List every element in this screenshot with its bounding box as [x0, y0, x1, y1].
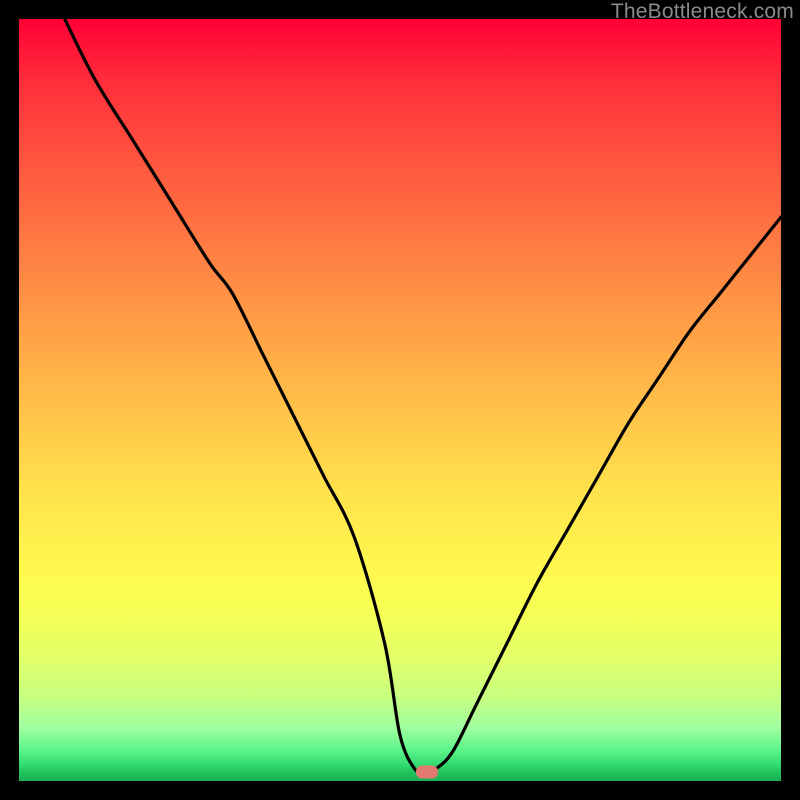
bottleneck-curve [19, 19, 781, 781]
minimum-marker [416, 765, 438, 778]
watermark-text: TheBottleneck.com [611, 0, 794, 24]
